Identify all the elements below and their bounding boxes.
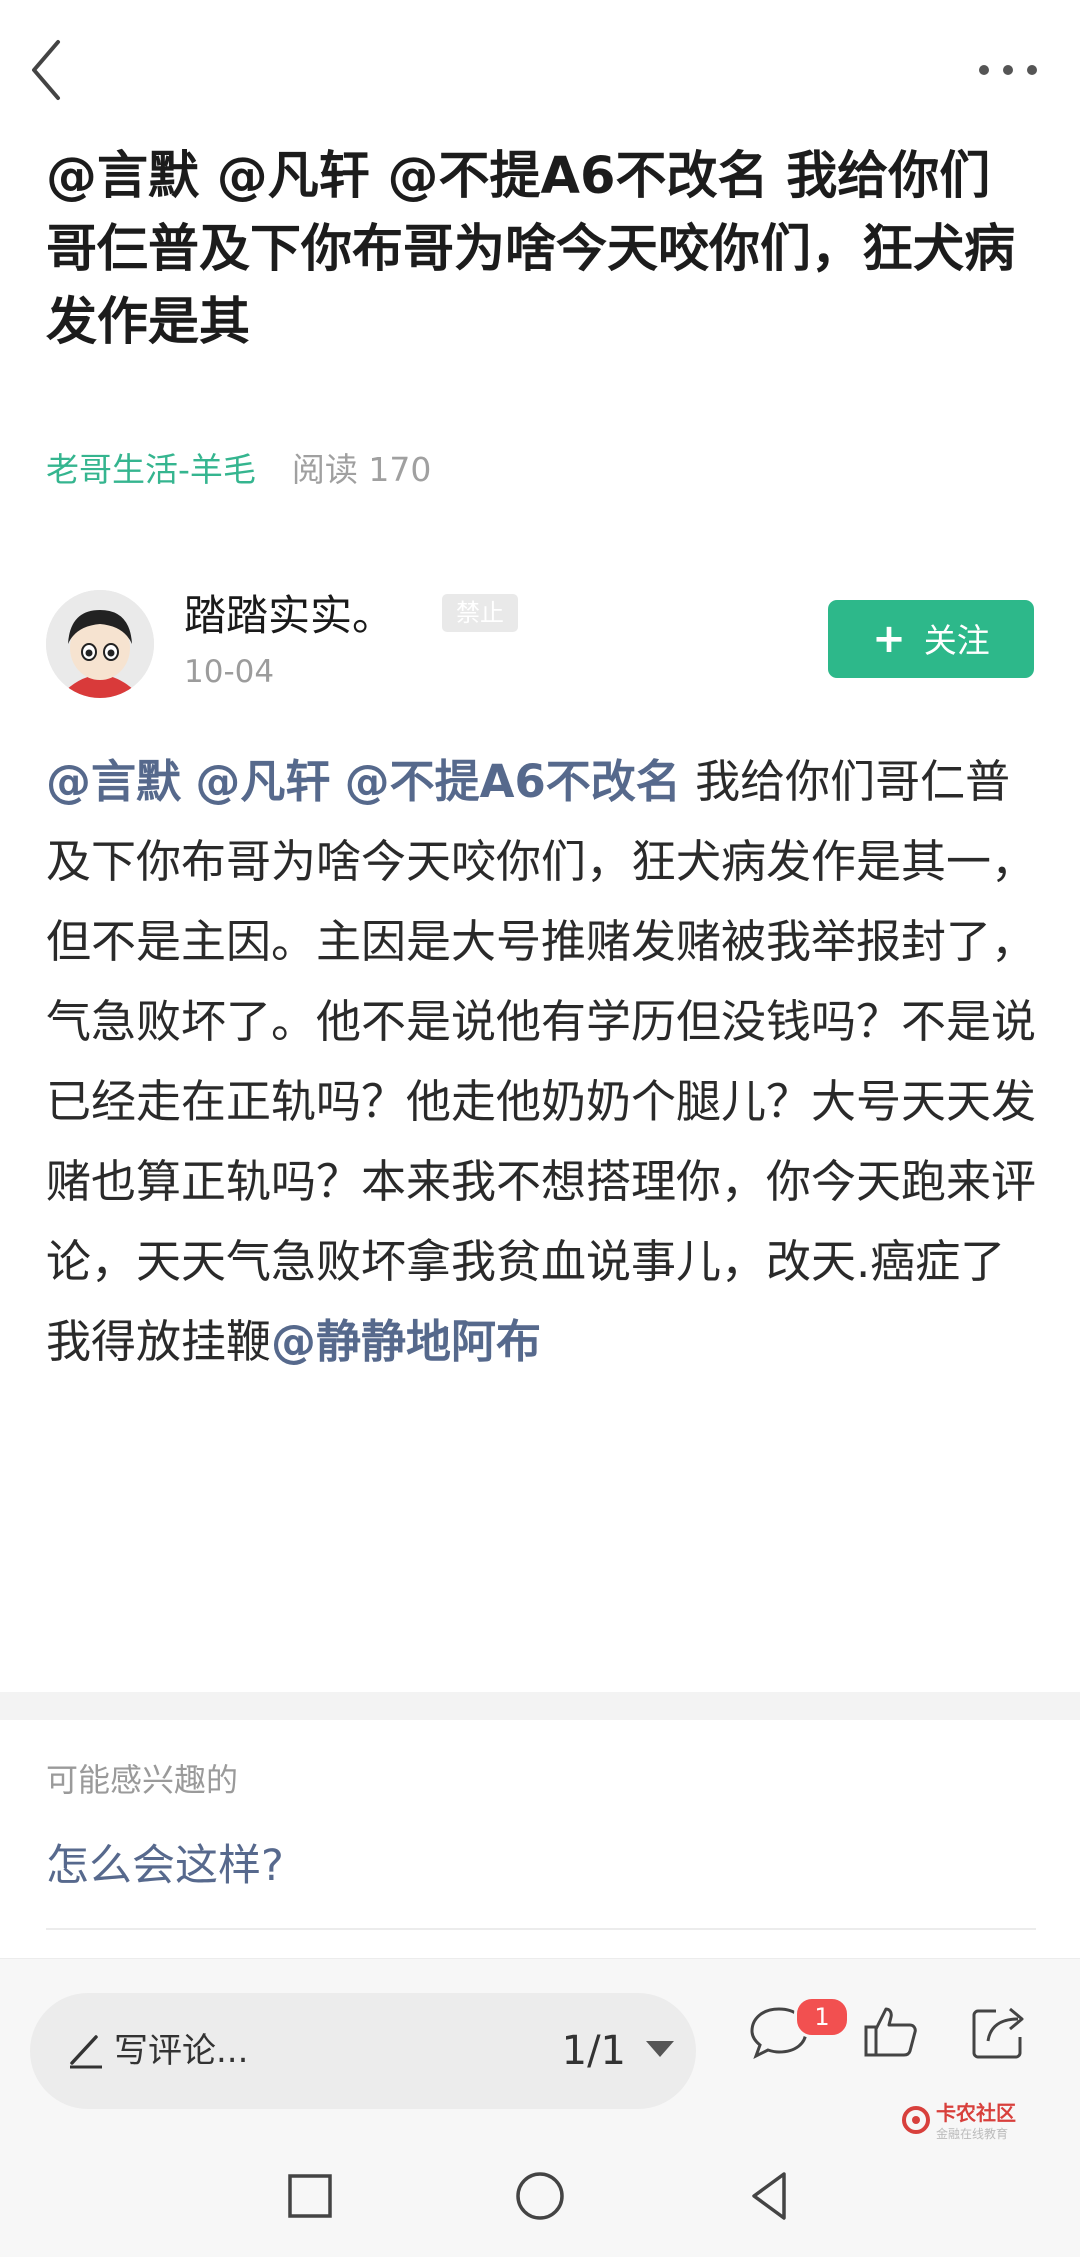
comment-placeholder: 写评论... bbox=[114, 2031, 249, 2071]
back-icon[interactable] bbox=[22, 30, 92, 110]
post-meta: 老哥生活-羊毛 阅读 170 bbox=[46, 448, 431, 492]
comment-input[interactable]: 写评论... 1/1 bbox=[30, 1993, 696, 2109]
post-body: 我给你们哥仁普及下你布哥为啥今天咬你们，狂犬病发作是其一，但不是主因。主因是大号… bbox=[46, 755, 1037, 1368]
mention-link[interactable]: @静静地阿布 bbox=[271, 1315, 541, 1368]
plus-icon: + bbox=[872, 616, 906, 662]
like-icon[interactable] bbox=[858, 1999, 924, 2065]
avatar[interactable] bbox=[46, 590, 154, 698]
read-count: 阅读 170 bbox=[291, 450, 432, 489]
mention-link[interactable]: @言默 bbox=[46, 755, 181, 808]
share-icon[interactable] bbox=[966, 1999, 1032, 2065]
follow-label: 关注 bbox=[923, 621, 990, 660]
status-badge: 禁止 bbox=[442, 594, 518, 632]
post-content: @言默 @凡轩 @不提A6不改名 我给你们哥仁普及下你布哥为啥今天咬你们，狂犬病… bbox=[46, 742, 1036, 1382]
system-nav-bar bbox=[0, 2144, 1080, 2257]
category-link[interactable]: 老哥生活-羊毛 bbox=[46, 450, 256, 489]
pencil-icon bbox=[62, 2025, 110, 2073]
divider bbox=[46, 1928, 1036, 1930]
post-title: @言默 @凡轩 @不提A6不改名 我给你们哥仨普及下你布哥为啥今天咬你们，狂犬病… bbox=[46, 147, 1016, 352]
triangle-back-icon[interactable] bbox=[740, 2166, 800, 2226]
circle-icon[interactable] bbox=[510, 2166, 570, 2226]
more-icon[interactable] bbox=[970, 40, 1050, 100]
author-row: 踏踏实实。 禁止 10-04 + 关注 bbox=[46, 590, 1036, 700]
page-indicator[interactable]: 1/1 bbox=[562, 1993, 626, 2109]
watermark-sub: 金融在线教育 bbox=[936, 2126, 1008, 2141]
post-date: 10-04 bbox=[184, 654, 275, 690]
dropdown-icon[interactable] bbox=[646, 2041, 674, 2057]
section-divider bbox=[0, 1692, 1080, 1720]
watermark-logo: 卡农社区 金融在线教育 bbox=[900, 2090, 1060, 2150]
recommend-item[interactable]: 怎么会这样? bbox=[46, 1838, 284, 1894]
recommend-heading: 可能感兴趣的 bbox=[46, 1761, 239, 1799]
watermark-name: 卡农社区 bbox=[936, 2101, 1016, 2125]
author-name[interactable]: 踏踏实实。 bbox=[184, 590, 394, 642]
follow-button[interactable]: + 关注 bbox=[828, 600, 1034, 678]
comment-count-badge: 1 bbox=[794, 1996, 850, 2038]
top-bar bbox=[0, 0, 1080, 130]
mention-link[interactable]: @凡轩 bbox=[195, 755, 330, 808]
square-icon[interactable] bbox=[280, 2166, 340, 2226]
mention-link[interactable]: @不提A6不改名 bbox=[345, 755, 681, 808]
